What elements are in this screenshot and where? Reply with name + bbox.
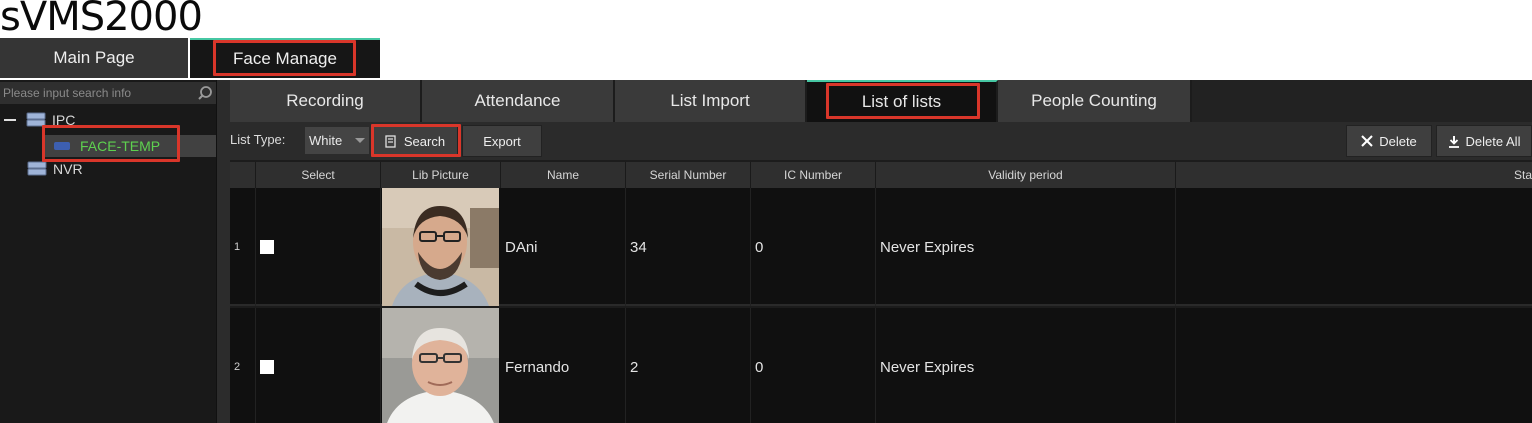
table-row[interactable]: 1 DAni 34 0 Never Expires <box>230 188 1532 306</box>
tree-node-nvr[interactable]: NVR <box>27 161 83 177</box>
row-index-cell: 1 <box>230 188 256 306</box>
export-button-label: Export <box>483 133 521 149</box>
sub-tab-bar: Recording Attendance List Import List of… <box>230 80 1532 122</box>
tree-node-ipc-label: IPC <box>52 112 76 128</box>
tab-main-page-label: Main Page <box>53 48 135 67</box>
sidebar-scrollbar[interactable] <box>216 80 230 423</box>
main-content: Recording Attendance List Import List of… <box>230 80 1532 423</box>
serial-number: 34 <box>630 238 647 256</box>
chevron-down-icon <box>355 138 365 143</box>
tab-attendance[interactable]: Attendance <box>422 80 615 122</box>
search-icon[interactable] <box>197 85 213 101</box>
status-cell <box>1176 308 1532 423</box>
close-icon <box>1361 135 1373 147</box>
column-header-ic-number[interactable]: IC Number <box>751 162 876 188</box>
tab-people-counting-label: People Counting <box>1031 91 1157 110</box>
tab-list-of-lists-label: List of lists <box>861 92 942 111</box>
tab-people-counting[interactable]: People Counting <box>998 80 1192 122</box>
camera-icon <box>54 142 70 150</box>
ic-number-cell: 0 <box>751 308 876 423</box>
person-name: DAni <box>505 238 538 256</box>
column-header-select[interactable]: Select <box>256 162 381 188</box>
validity-period: Never Expires <box>880 238 975 256</box>
ic-number: 0 <box>755 358 764 376</box>
tab-attendance-label: Attendance <box>474 91 561 110</box>
sidebar-search-box <box>0 82 216 104</box>
column-header-serial-number[interactable]: Serial Number <box>626 162 751 188</box>
search-button-label: Search <box>403 133 446 149</box>
disk-icon <box>27 161 47 176</box>
tab-face-manage[interactable]: Face Manage <box>190 38 380 78</box>
export-button[interactable]: Export <box>462 125 542 157</box>
column-header-lib-picture[interactable]: Lib Picture <box>381 162 501 188</box>
tree-node-nvr-label: NVR <box>53 161 83 177</box>
disk-icon <box>26 112 46 127</box>
list-type-value: White <box>309 133 343 148</box>
row-checkbox[interactable] <box>260 360 274 374</box>
validity-cell: Never Expires <box>876 308 1176 423</box>
validity-period: Never Expires <box>880 358 975 376</box>
app-title: sVMS2000 <box>0 0 203 40</box>
column-header-validity-period[interactable]: Validity period <box>876 162 1176 188</box>
table-row[interactable]: 2 Fernando 2 0 Never Expires <box>230 308 1532 423</box>
tab-list-import-label: List Import <box>670 91 750 110</box>
list-toolbar: List Type: White Search Export Delete De… <box>230 122 1532 160</box>
device-sidebar: IPC FACE-TEMP NVR <box>0 80 230 423</box>
download-icon <box>1448 135 1459 148</box>
delete-all-button[interactable]: Delete All <box>1436 125 1532 157</box>
validity-cell: Never Expires <box>876 188 1176 306</box>
delete-button-label: Delete <box>1379 133 1417 149</box>
tab-face-manage-label: Face Manage <box>233 49 337 68</box>
tab-recording[interactable]: Recording <box>230 80 422 122</box>
select-cell <box>256 188 381 306</box>
tab-list-of-lists[interactable]: List of lists <box>807 80 998 122</box>
list-type-select[interactable]: White <box>305 127 369 154</box>
serial-number-cell: 34 <box>626 188 751 306</box>
row-index-cell: 2 <box>230 308 256 423</box>
tree-node-ipc[interactable]: IPC <box>4 112 75 128</box>
tree-node-face-temp[interactable]: FACE-TEMP <box>44 135 216 157</box>
search-doc-icon <box>385 134 396 148</box>
status-cell <box>1176 188 1532 306</box>
name-cell: Fernando <box>501 308 626 423</box>
delete-all-button-label: Delete All <box>1465 133 1521 149</box>
list-type-label: List Type: <box>230 132 286 147</box>
row-checkbox[interactable] <box>260 240 274 254</box>
row-index: 1 <box>234 241 241 253</box>
lib-picture-thumbnail <box>382 188 499 306</box>
select-cell <box>256 308 381 423</box>
lib-picture-thumbnail <box>382 308 499 423</box>
ic-number: 0 <box>755 238 764 256</box>
name-cell: DAni <box>501 188 626 306</box>
column-header-status[interactable]: Sta <box>1176 162 1532 188</box>
row-index: 2 <box>234 361 241 373</box>
serial-number: 2 <box>630 358 639 376</box>
tab-recording-label: Recording <box>286 91 364 110</box>
column-header-index <box>230 162 256 188</box>
tab-main-page[interactable]: Main Page <box>0 38 188 78</box>
ic-number-cell: 0 <box>751 188 876 306</box>
search-button[interactable]: Search <box>372 125 458 157</box>
top-tab-bar: Main Page Face Manage <box>0 38 1532 78</box>
tab-list-import[interactable]: List Import <box>615 80 807 122</box>
device-search-input[interactable] <box>0 86 190 100</box>
collapse-icon[interactable] <box>4 119 16 121</box>
column-header-name[interactable]: Name <box>501 162 626 188</box>
tree-node-face-temp-label: FACE-TEMP <box>80 138 161 154</box>
delete-button[interactable]: Delete <box>1346 125 1432 157</box>
serial-number-cell: 2 <box>626 308 751 423</box>
person-name: Fernando <box>505 358 570 376</box>
table-header: Select Lib Picture Name Serial Number IC… <box>230 162 1532 188</box>
